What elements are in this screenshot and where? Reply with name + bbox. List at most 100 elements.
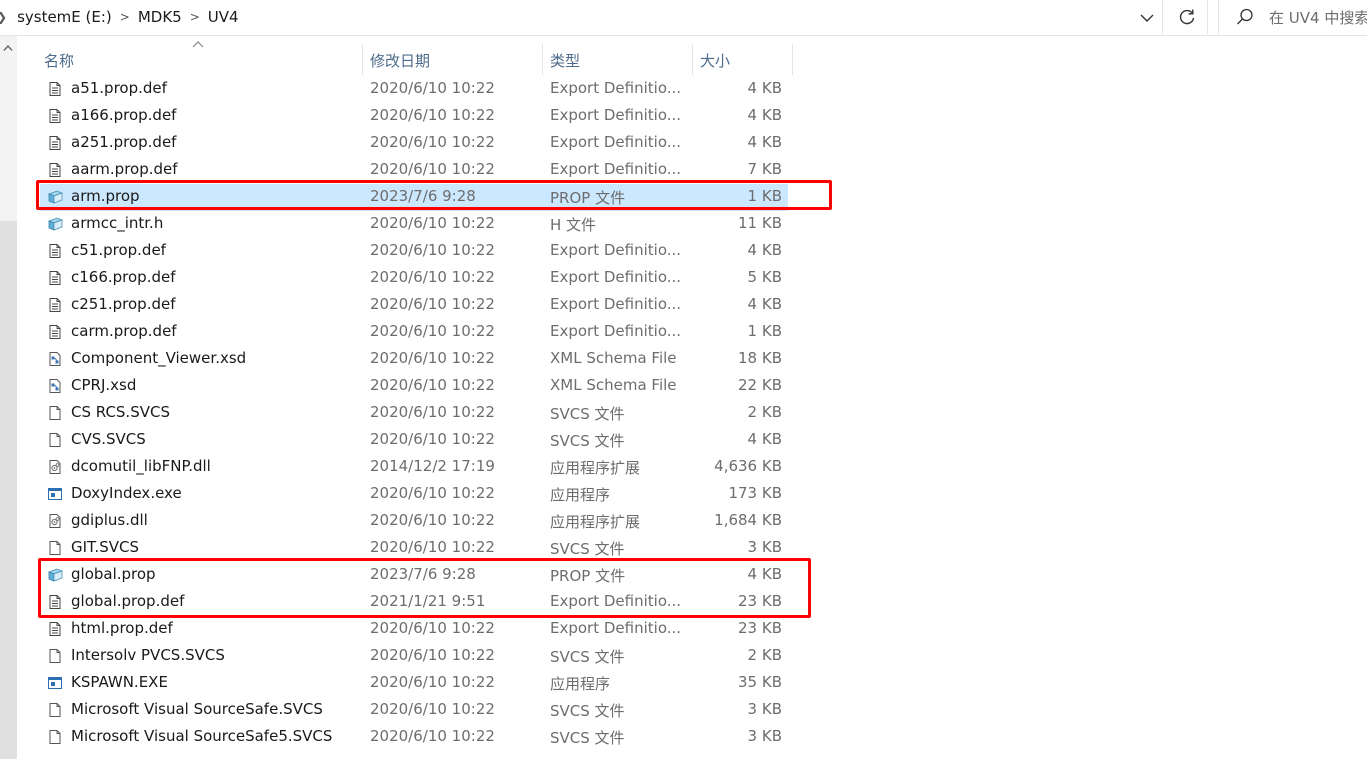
file-type: Export Definitio...	[550, 619, 682, 637]
file-date: 2020/6/10 10:22	[370, 133, 495, 151]
scrollbar-thumb[interactable]	[0, 221, 17, 759]
navigation-pane-scrollbar[interactable]	[0, 36, 17, 759]
breadcrumb-item-mdk5[interactable]: MDK5	[138, 8, 182, 26]
file-size: 23 KB	[738, 619, 782, 637]
file-date: 2020/6/10 10:22	[370, 79, 495, 97]
file-name: Component_Viewer.xsd	[71, 349, 247, 367]
breadcrumb-item-drive[interactable]: systemE (E:)	[17, 8, 112, 26]
file-name: CVS.SVCS	[71, 430, 146, 448]
file-row[interactable]: a251.prop.def 2020/6/10 10:22 Export Defin…	[40, 130, 788, 157]
blank-file-icon	[47, 702, 63, 718]
column-divider[interactable]	[362, 44, 363, 75]
file-date: 2020/6/10 10:22	[370, 268, 495, 286]
file-row[interactable]: DoxyIndex.exe 2020/6/10 10:22 应用程序 173 KB	[40, 481, 788, 508]
file-type: 应用程序扩展	[550, 459, 641, 477]
file-row[interactable]: CVS.SVCS 2020/6/10 10:22 SVCS 文件 4 KB	[40, 427, 788, 454]
column-header-date-label: 修改日期	[370, 52, 431, 70]
column-header-date[interactable]: 修改日期	[370, 47, 542, 74]
file-row[interactable]: a166.prop.def 2020/6/10 10:22 Export Defin…	[40, 103, 788, 130]
file-row[interactable]: Intersolv PVCS.SVCS 2020/6/10 10:22 SVCS 文…	[40, 643, 788, 670]
file-row[interactable]: armcc_intr.h 2020/6/10 10:22 H 文件 11 KB	[40, 211, 788, 238]
chevron-right-icon[interactable]: >	[190, 10, 200, 24]
annotation-box-global-prop	[38, 558, 811, 618]
file-date: 2020/6/10 10:22	[370, 322, 495, 340]
file-row[interactable]: a51.prop.def 2020/6/10 10:22 Export Defini…	[40, 76, 788, 103]
file-row[interactable]: Microsoft Visual SourceSafe.SVCS 2020/6/1…	[40, 697, 788, 724]
file-size: 4 KB	[747, 241, 782, 259]
file-date: 2020/6/10 10:22	[370, 619, 495, 637]
file-size: 5 KB	[747, 268, 782, 286]
scroll-up-icon[interactable]	[3, 44, 13, 52]
file-size: 2 KB	[747, 403, 782, 421]
column-header-size[interactable]: 大小	[700, 47, 792, 74]
breadcrumb: ❯ systemE (E:) > MDK5 > UV4	[0, 0, 239, 34]
chevron-down-icon[interactable]	[1138, 9, 1156, 27]
search-input[interactable]: 在 UV4 中搜索	[1218, 0, 1367, 34]
file-date: 2014/12/2 17:19	[370, 457, 495, 475]
file-name: carm.prop.def	[71, 322, 177, 340]
file-size: 3 KB	[747, 538, 782, 556]
file-row[interactable]: CS RCS.SVCS 2020/6/10 10:22 SVCS 文件 2 KB	[40, 400, 788, 427]
file-date: 2020/6/10 10:22	[370, 241, 495, 259]
file-date: 2020/6/10 10:22	[370, 484, 495, 502]
refresh-icon[interactable]	[1177, 7, 1197, 27]
file-type: Export Definitio...	[550, 295, 682, 313]
file-row[interactable]: KSPAWN.EXE 2020/6/10 10:22 应用程序 35 KB	[40, 670, 788, 697]
column-divider[interactable]	[542, 44, 543, 75]
file-type: 应用程序扩展	[550, 513, 641, 531]
file-date: 2020/6/10 10:22	[370, 295, 495, 313]
exe-file-icon	[47, 486, 63, 502]
file-row[interactable]: gdiplus.dll 2020/6/10 10:22 应用程序扩展 1,684 KB	[40, 508, 788, 535]
text-file-icon	[47, 81, 63, 97]
xsd-file-icon	[47, 378, 63, 394]
chevron-right-icon[interactable]: >	[120, 10, 130, 24]
file-name: Microsoft Visual SourceSafe.SVCS	[71, 700, 323, 718]
text-file-icon	[47, 324, 63, 340]
chevron-right-icon[interactable]: ❯	[0, 10, 7, 24]
blank-file-icon	[47, 405, 63, 421]
column-divider[interactable]	[692, 44, 693, 75]
file-name: c166.prop.def	[71, 268, 176, 286]
file-row[interactable]: c51.prop.def 2020/6/10 10:22 Export Defini…	[40, 238, 788, 265]
column-divider[interactable]	[792, 44, 793, 75]
text-file-icon	[47, 135, 63, 151]
address-bar: ❯ systemE (E:) > MDK5 > UV4 在 UV4 中搜索	[0, 0, 1367, 36]
file-row[interactable]: c251.prop.def 2020/6/10 10:22 Export Defin…	[40, 292, 788, 319]
search-placeholder: 在 UV4 中搜索	[1269, 9, 1367, 27]
file-row[interactable]: c166.prop.def 2020/6/10 10:22 Export Defin…	[40, 265, 788, 292]
file-date: 2020/6/10 10:22	[370, 349, 495, 367]
file-row[interactable]: carm.prop.def 2020/6/10 10:22 Export Defin…	[40, 319, 788, 346]
file-date: 2020/6/10 10:22	[370, 673, 495, 691]
breadcrumb-item-uv4[interactable]: UV4	[208, 8, 239, 26]
file-size: 4 KB	[747, 106, 782, 124]
file-name: Intersolv PVCS.SVCS	[71, 646, 225, 664]
file-type: 应用程序	[550, 675, 611, 693]
file-date: 2020/6/10 10:22	[370, 214, 495, 232]
file-date: 2020/6/10 10:22	[370, 403, 495, 421]
file-row[interactable]: CPRJ.xsd 2020/6/10 10:22 XML Schema File 22…	[40, 373, 788, 400]
search-icon	[1237, 8, 1253, 25]
file-name: aarm.prop.def	[71, 160, 178, 178]
text-file-icon	[47, 270, 63, 286]
file-type: Export Definitio...	[550, 241, 682, 259]
file-type: Export Definitio...	[550, 322, 682, 340]
file-size: 2 KB	[747, 646, 782, 664]
file-date: 2020/6/10 10:22	[370, 538, 495, 556]
file-date: 2020/6/10 10:22	[370, 727, 495, 745]
column-header-name[interactable]: 名称	[44, 47, 362, 74]
file-size: 3 KB	[747, 700, 782, 718]
file-type: 应用程序	[550, 486, 611, 504]
file-row[interactable]: Component_Viewer.xsd 2020/6/10 10:22 XML S…	[40, 346, 788, 373]
file-name: html.prop.def	[71, 619, 173, 637]
file-row[interactable]: html.prop.def 2020/6/10 10:22 Export Defin…	[40, 616, 788, 643]
blank-file-icon	[47, 729, 63, 745]
file-size: 4 KB	[747, 430, 782, 448]
column-header-type[interactable]: 类型	[550, 47, 692, 74]
text-file-icon	[47, 108, 63, 124]
divider	[1207, 0, 1208, 34]
file-row[interactable]: dcomutil_libFNP.dll 2014/12/2 17:19 应用程序扩展…	[40, 454, 788, 481]
file-size: 22 KB	[738, 376, 782, 394]
blank-file-icon	[47, 648, 63, 664]
file-size: 4 KB	[747, 133, 782, 151]
file-row[interactable]: Microsoft Visual SourceSafe5.SVCS 2020/6/…	[40, 724, 788, 751]
